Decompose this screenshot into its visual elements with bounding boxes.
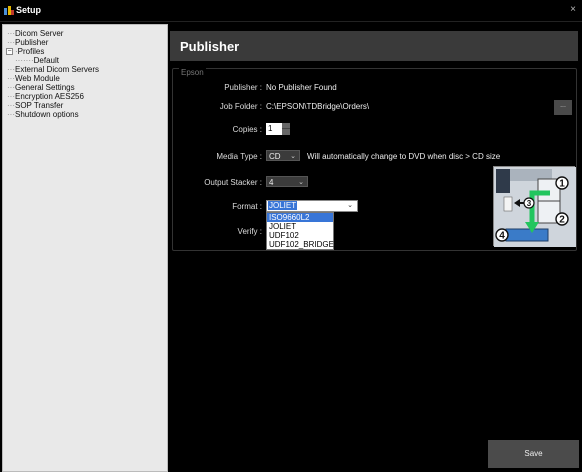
sidebar-item-label: Web Module	[15, 74, 60, 83]
format-option-udf102[interactable]: UDF102	[267, 231, 333, 240]
diagram-number-2: 2	[559, 215, 565, 226]
format-select[interactable]: JOLIET ⌄	[266, 200, 358, 212]
sidebar-item-web-module[interactable]: ···Web Module	[7, 74, 60, 83]
chevron-down-icon: ⌄	[347, 202, 353, 209]
save-button[interactable]: Save	[488, 440, 579, 468]
sidebar-item-label: Publisher	[15, 38, 49, 47]
diagram-number-4: 4	[499, 231, 505, 242]
collapse-icon[interactable]: −	[6, 48, 13, 55]
chevron-down-icon: ⌄	[290, 153, 296, 160]
sidebar-item-shutdown-options[interactable]: ···Shutdown options	[7, 110, 79, 119]
close-icon[interactable]: ×	[570, 4, 576, 15]
copies-label: Copies :	[232, 125, 262, 134]
job-folder-value: C:\EPSON\TDBridge\Orders\	[266, 102, 370, 111]
format-option-joliet[interactable]: JOLIET	[267, 222, 333, 231]
page-title: Publisher	[180, 39, 240, 54]
format-dropdown-list: ISO9660L2 JOLIET UDF102 UDF102_BRIDGE	[266, 212, 334, 250]
media-type-note: Will automatically change to DVD when di…	[307, 152, 501, 161]
main-panel: Publisher Epson Publisher : No Publisher…	[170, 24, 582, 472]
stacker-diagram: 1 2 3 4	[493, 166, 576, 247]
sidebar-item-label: Profiles	[17, 47, 45, 56]
sidebar-item-default[interactable]: ·······Default	[15, 56, 59, 65]
app-icon	[4, 6, 14, 15]
sidebar-item-label: General Settings	[15, 83, 75, 92]
disc-publisher-illustration: 1 2 3 4	[494, 167, 576, 247]
media-type-select[interactable]: CD ⌄	[266, 150, 300, 161]
sidebar-item-profiles[interactable]: ·Profiles	[15, 47, 44, 56]
format-value: JOLIET	[268, 201, 298, 210]
media-type-value: CD	[269, 152, 281, 161]
format-option-udf102-bridge[interactable]: UDF102_BRIDGE	[267, 240, 334, 249]
sidebar-item-label: Dicom Server	[15, 29, 64, 38]
diagram-number-3: 3	[527, 199, 532, 208]
window-title: Setup	[16, 5, 42, 15]
browse-button[interactable]: ...	[554, 100, 572, 115]
copies-input[interactable]: 1	[266, 123, 282, 135]
title-bar: Setup ×	[0, 0, 582, 22]
sidebar-item-sop-transfer[interactable]: ···SOP Transfer	[7, 101, 63, 110]
sidebar-item-publisher[interactable]: ···Publisher	[7, 38, 48, 47]
output-stacker-value: 4	[269, 178, 274, 187]
diagram-number-1: 1	[559, 179, 565, 190]
verify-label: Verify :	[237, 227, 262, 236]
settings-tree: ···Dicom Server ···Publisher − ·Profiles…	[2, 24, 168, 472]
output-stacker-label: Output Stacker :	[204, 178, 262, 187]
copies-stepper[interactable]	[282, 123, 290, 135]
sidebar-item-label: External Dicom Servers	[15, 65, 100, 74]
sidebar-item-label: SOP Transfer	[15, 101, 64, 110]
sidebar-item-label: Encryption AES256	[15, 92, 84, 101]
sidebar-item-dicom-server[interactable]: ···Dicom Server	[7, 29, 63, 38]
panel-header: Publisher	[170, 31, 578, 61]
publisher-value: No Publisher Found	[266, 83, 337, 92]
sidebar-item-label: Shutdown options	[15, 110, 79, 119]
format-option-iso9660l2[interactable]: ISO9660L2	[267, 213, 333, 222]
chevron-down-icon: ⌄	[298, 179, 304, 186]
publisher-label: Publisher :	[224, 83, 262, 92]
format-label: Format :	[232, 202, 262, 211]
job-folder-label: Job Folder :	[219, 102, 262, 111]
group-label: Epson	[179, 68, 206, 77]
sidebar-item-general-settings[interactable]: ···General Settings	[7, 83, 75, 92]
media-type-label: Media Type :	[216, 152, 262, 161]
output-stacker-select[interactable]: 4 ⌄	[266, 176, 308, 187]
sidebar-item-encryption[interactable]: ···Encryption AES256	[7, 92, 84, 101]
sidebar-item-label: Default	[33, 56, 60, 65]
sidebar-item-external-dicom-servers[interactable]: ···External Dicom Servers	[7, 65, 99, 74]
